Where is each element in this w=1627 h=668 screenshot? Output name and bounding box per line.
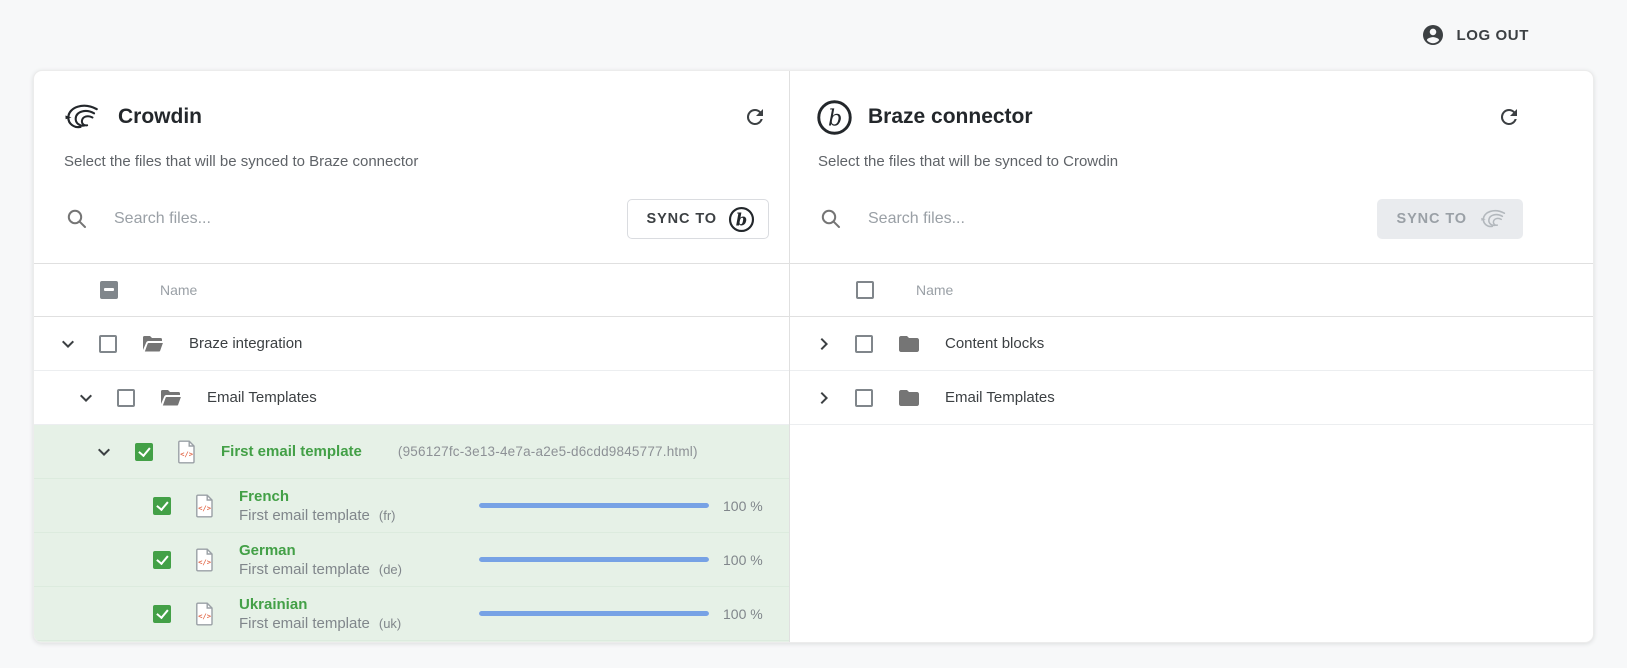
collapse-chevron-down-icon[interactable] [74,386,98,410]
collapse-chevron-down-icon[interactable] [92,440,116,464]
translation-label: Ukrainian First email template (uk) [239,595,401,633]
progress-percent-label: 100 % [723,551,763,568]
sync-to-braze-button[interactable]: SYNC TO [626,199,769,239]
html-file-icon [195,494,215,518]
expand-chevron-right-icon[interactable] [812,386,836,410]
crowdin-select-all-checkbox[interactable] [100,281,118,299]
braze-panel: Braze connector Select the files that wi… [790,71,1593,642]
sync-to-braze-label: SYNC TO [646,211,717,227]
folder-icon [897,386,921,410]
braze-name-column-header: Name [916,282,954,298]
braze-search-row: SYNC TO [819,198,1523,240]
collapse-chevron-down-icon[interactable] [56,332,80,356]
row-checkbox-checked[interactable] [153,550,171,569]
translation-file-name: First email template (uk) [239,614,402,632]
tree-row-folder[interactable]: Content blocks [790,317,1593,371]
crowdin-panel-subtitle: Select the files that will be synced to … [64,153,419,170]
braze-panel-title: Braze connector [868,105,1033,128]
progress-bar [479,611,709,616]
braze-search-input[interactable] [866,209,1359,229]
language-name: German [239,541,296,559]
progress-percent-label: 100 % [723,497,763,514]
tree-row-translation[interactable]: German First email template (de) 100 % [34,533,789,587]
braze-panel-subtitle: Select the files that will be synced to … [818,153,1119,170]
tree-row-translation[interactable]: French First email template (fr) 100 % [34,479,789,533]
translation-progress: 100 % [479,498,789,514]
folder-name: Email Templates [945,389,1055,406]
language-name: French [239,487,290,505]
braze-panel-header: Braze connector [816,95,1523,139]
html-file-icon [195,602,215,626]
html-file-icon [177,440,197,464]
selected-group-filler [34,641,789,642]
braze-select-all-checkbox[interactable] [856,281,874,299]
translation-progress: 100 % [479,552,789,568]
sync-panels-card: Crowdin Select the files that will be sy… [33,70,1594,643]
progress-percent-label: 100 % [723,605,763,622]
row-checkbox[interactable] [99,334,117,353]
translation-label: German First email template (de) [239,541,402,579]
crowdin-panel-title: Crowdin [118,105,202,128]
account-circle-icon [1421,23,1445,47]
row-checkbox[interactable] [117,388,135,407]
braze-table-header: Name [790,263,1593,317]
folder-name: Email Templates [207,389,317,406]
crowdin-name-column-header: Name [160,282,198,298]
translation-file-name: First email template (fr) [239,506,396,524]
folder-icon [897,332,921,356]
folder-open-icon [141,332,165,356]
crowdin-search-input[interactable] [112,209,609,229]
tree-row-translation[interactable]: Ukrainian First email template (uk) 100 % [34,587,789,641]
braze-icon [728,206,755,233]
row-checkbox-checked[interactable] [135,442,153,461]
crowdin-icon [61,101,103,133]
braze-icon [816,99,853,136]
crowdin-panel: Crowdin Select the files that will be sy… [34,71,790,642]
tree-row-folder[interactable]: Email Templates [34,371,789,425]
progress-bar [479,557,709,562]
expand-chevron-right-icon[interactable] [812,332,836,356]
crowdin-refresh-button[interactable] [743,104,769,130]
translation-label: French First email template (fr) [239,487,395,525]
search-icon [819,207,843,231]
progress-bar [479,503,709,508]
row-checkbox[interactable] [855,388,873,407]
crowdin-panel-header: Crowdin [61,95,769,139]
sync-to-crowdin-button[interactable]: SYNC TO [1376,199,1523,239]
log-out-label: LOG OUT [1456,26,1529,44]
language-name: Ukrainian [239,595,308,613]
sync-to-crowdin-label: SYNC TO [1396,211,1467,227]
translation-file-name: First email template (de) [239,560,402,578]
tree-row-folder[interactable]: Braze integration [34,317,789,371]
tree-row-file-selected[interactable]: First email template (956127fc-3e13-4e7a… [34,425,789,479]
braze-refresh-button[interactable] [1497,104,1523,130]
file-id: (956127fc-3e13-4e7a-a2e5-d6cdd9845777.ht… [397,444,698,459]
translation-progress: 100 % [479,606,789,622]
language-code: (de) [378,561,402,577]
language-code: (fr) [378,507,396,523]
crowdin-icon [1478,207,1509,231]
row-checkbox-checked[interactable] [153,496,171,515]
crowdin-file-tree: Braze integration Email Templates First … [34,317,789,642]
tree-row-folder[interactable]: Email Templates [790,371,1593,425]
folder-name: Braze integration [189,335,303,352]
braze-file-tree: Content blocks Email Templates [790,317,1593,642]
refresh-icon [743,105,767,129]
folder-name: Content blocks [945,335,1045,352]
row-checkbox[interactable] [855,334,873,353]
file-name: First email template [221,443,362,460]
log-out-button[interactable]: LOG OUT [1415,22,1535,48]
row-checkbox-checked[interactable] [153,604,171,623]
refresh-icon [1497,105,1521,129]
crowdin-table-header: Name [34,263,789,317]
language-code: (uk) [378,615,402,631]
folder-open-icon [159,386,183,410]
html-file-icon [195,548,215,572]
crowdin-search-row: SYNC TO [65,198,769,240]
search-icon [65,207,89,231]
